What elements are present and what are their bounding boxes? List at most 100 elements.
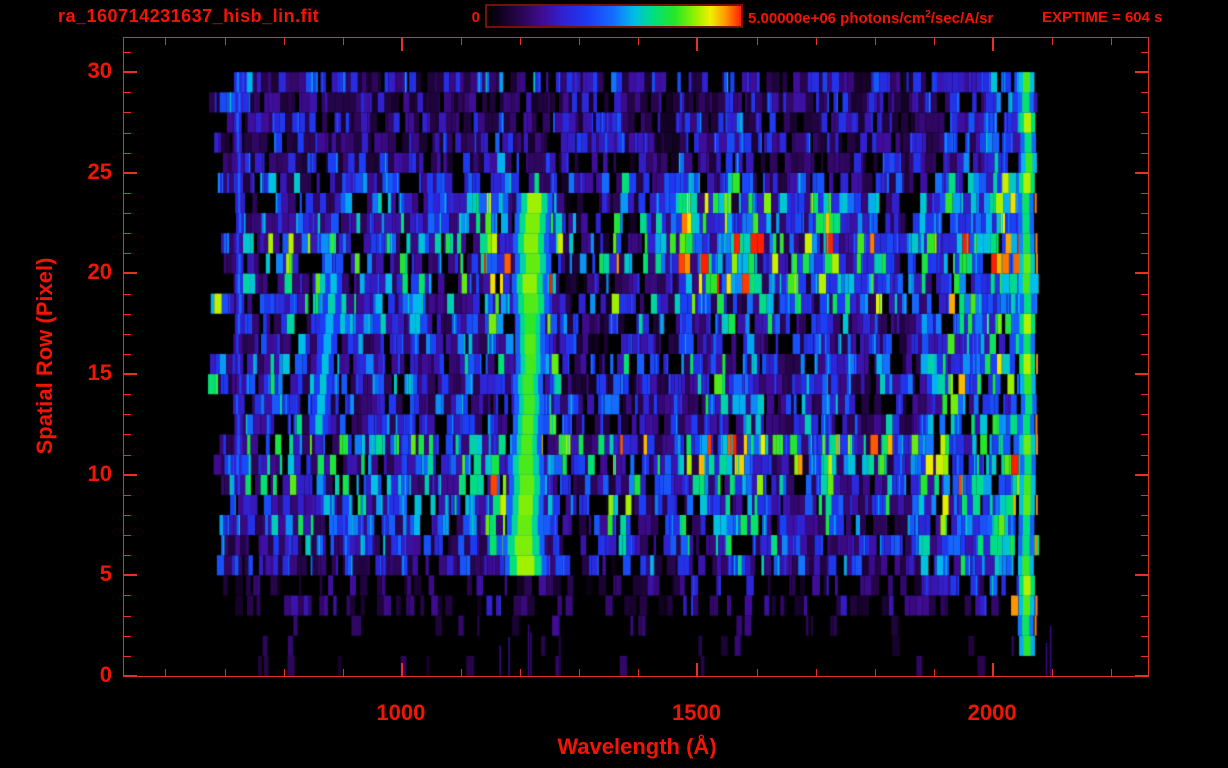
axis-tick [124,112,131,114]
axis-tick [124,171,137,174]
axis-tick [124,333,131,335]
axis-tick [124,555,131,557]
axis-tick [520,669,522,676]
axis-tick [124,454,131,456]
y-tick-label: 30 [87,58,112,84]
axis-tick [1141,595,1148,597]
axis-tick [638,669,640,676]
axis-tick [124,434,131,436]
axis-tick [1135,272,1148,275]
axis-tick [933,669,935,676]
axis-tick [1141,494,1148,496]
axis-tick [756,669,758,676]
axis-tick [1141,555,1148,557]
axis-tick [124,152,131,154]
plot-area [123,37,1149,677]
axis-tick [124,293,131,295]
axis-tick [124,233,131,235]
axis-tick [124,132,131,134]
axis-tick [1141,353,1148,355]
axis-tick [124,574,137,577]
axis-tick [1111,669,1113,676]
axis-tick [579,669,581,676]
axis-tick [124,253,131,255]
y-tick-label: 0 [99,662,112,687]
y-tick-label: 10 [87,460,112,486]
axis-tick [696,38,699,51]
axis-tick [460,38,462,45]
axis-tick [933,38,935,45]
axis-tick [1141,655,1148,657]
axis-tick [815,669,817,676]
iuvs-quicklook-window: ra_160714231637_hisb_lin.fit 0 5.00000e+… [0,0,1228,768]
axis-tick [124,675,137,676]
colorbar-min-label: 0 [471,9,480,26]
axis-tick [124,213,131,215]
axis-tick [520,38,522,45]
axis-tick [124,635,131,637]
axis-tick [1141,132,1148,134]
axis-tick [342,38,344,45]
axis-tick [1141,253,1148,255]
y-tick-label: 15 [87,360,112,386]
axis-tick [124,52,131,54]
x-axis-title: Wavelength (Å) [557,734,717,759]
axis-tick [1135,473,1148,476]
axis-tick [1141,233,1148,235]
axis-tick [1141,434,1148,436]
axis-tick [165,38,167,45]
axis-tick [1141,213,1148,215]
y-tick-label: 25 [87,158,112,184]
axis-tick [124,655,131,657]
axis-tick [1135,675,1148,676]
x-tick-label: 1500 [672,700,721,725]
axis-tick [124,414,131,416]
axis-tick [1141,52,1148,54]
axis-tick [124,473,137,476]
axis-tick [283,669,285,676]
axis-tick [992,38,995,51]
axis-tick [1141,635,1148,637]
axis-tick [1141,313,1148,315]
colorbar-max-label-prefix: 5.00000e+06 photons/cm [748,10,926,27]
axis-tick [224,669,226,676]
axis-tick [1135,373,1148,376]
axis-tick [1135,71,1148,74]
axis-tick [1141,112,1148,114]
axis-tick [124,615,131,617]
axis-tick [124,373,137,376]
axis-tick [1141,414,1148,416]
colorbar-max-label: 5.00000e+06 photons/cm2/sec/A/sr [748,9,993,27]
axis-tick [400,663,403,676]
x-tick-label: 1000 [376,700,426,725]
axis-tick [124,272,137,275]
axis-tick [124,313,131,315]
axis-tick [1141,394,1148,396]
axis-tick [1141,293,1148,295]
axis-tick [124,71,137,74]
axis-tick [815,38,817,45]
y-axis-title: Spatial Row (Pixel) [32,257,57,455]
axis-tick [400,38,403,51]
axis-tick [1141,152,1148,154]
axis-tick [1141,333,1148,335]
axis-tick [1135,574,1148,577]
axis-tick [1052,669,1054,676]
file-title: ra_160714231637_hisb_lin.fit [58,6,320,26]
axis-tick [1141,192,1148,194]
colorbar-max-label-suffix: /sec/A/sr [930,10,994,27]
y-tick-label: 20 [87,259,112,285]
axis-tick [124,353,131,355]
axis-tick [1141,92,1148,94]
axis-tick [1135,171,1148,174]
y-tick-label: 5 [99,561,112,587]
axis-tick [1111,38,1113,45]
axis-tick [874,669,876,676]
axis-tick [124,514,131,516]
axis-tick [1141,615,1148,617]
axis-tick [224,38,226,45]
axis-tick [1052,38,1054,45]
axis-tick [696,663,699,676]
axis-tick [283,38,285,45]
axis-tick [992,663,995,676]
